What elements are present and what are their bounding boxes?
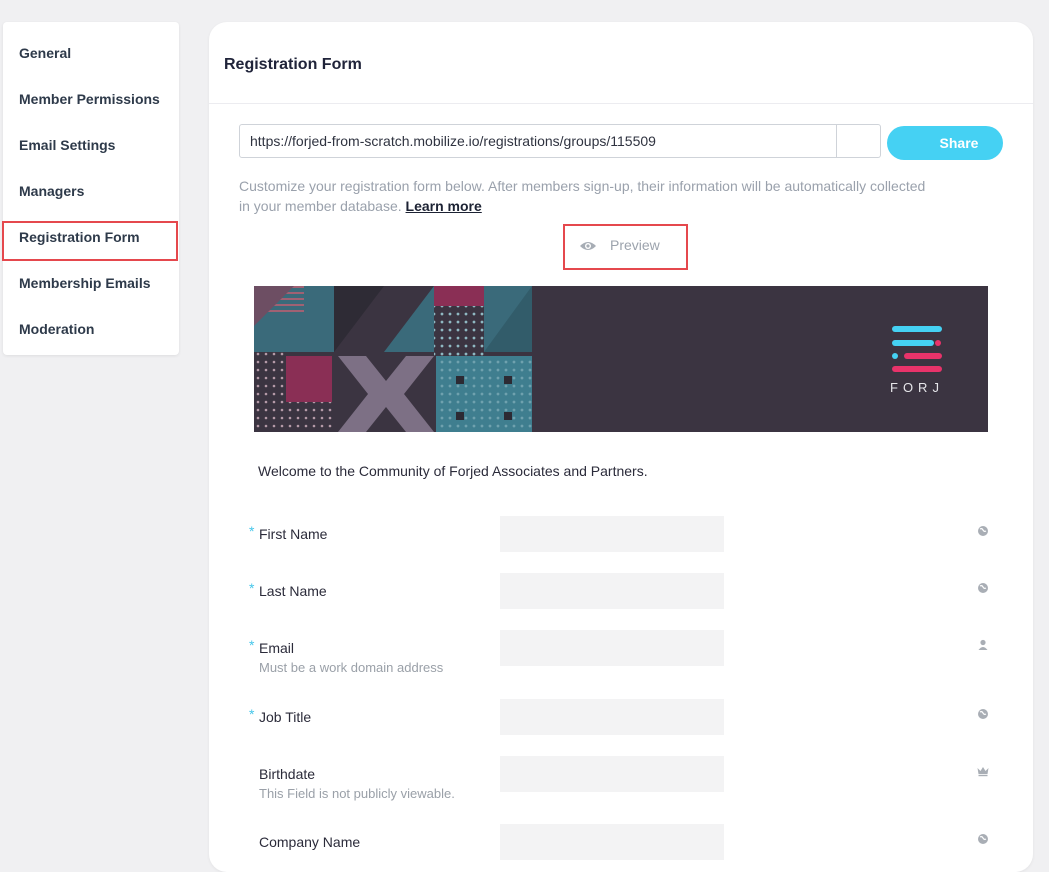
globe-icon[interactable] bbox=[976, 832, 990, 846]
email-input[interactable] bbox=[500, 630, 724, 666]
globe-icon[interactable] bbox=[976, 581, 990, 595]
field-sub-email: Must be a work domain address bbox=[259, 660, 444, 675]
registration-url-field[interactable] bbox=[239, 124, 837, 158]
globe-icon[interactable] bbox=[976, 524, 990, 538]
learn-more-link[interactable]: Learn more bbox=[406, 198, 482, 214]
registration-form-highlight bbox=[2, 221, 178, 261]
field-sub-birthdate: This Field is not publicly viewable. bbox=[259, 786, 455, 801]
birthdate-input[interactable] bbox=[500, 756, 724, 792]
field-label-job-title: Job Title bbox=[259, 709, 312, 725]
globe-icon[interactable] bbox=[976, 707, 990, 721]
user-icon[interactable] bbox=[976, 638, 990, 652]
first-name-input[interactable] bbox=[500, 516, 724, 552]
required-marker: * bbox=[249, 637, 255, 653]
field-label-company-name: Company Name bbox=[259, 834, 361, 850]
sidebar-item-managers[interactable]: Managers bbox=[19, 183, 84, 199]
settings-sidebar: General Member Permissions Email Setting… bbox=[3, 22, 179, 355]
field-label-last-name: Last Name bbox=[259, 583, 327, 599]
header-divider bbox=[209, 103, 1033, 104]
sidebar-item-member-permissions[interactable]: Member Permissions bbox=[19, 91, 160, 107]
copy-url-addon[interactable] bbox=[837, 124, 881, 158]
crown-icon[interactable] bbox=[976, 764, 990, 778]
field-label-birthdate: Birthdate bbox=[259, 766, 316, 782]
field-label-first-name: First Name bbox=[259, 526, 328, 542]
job-title-input[interactable] bbox=[500, 699, 724, 735]
required-marker: * bbox=[249, 580, 255, 596]
help-description: Customize your registration form below. … bbox=[239, 178, 926, 214]
registration-form-card: Registration Form Share Customize your r… bbox=[209, 22, 1033, 872]
required-marker: * bbox=[249, 523, 255, 539]
banner-logo-text: FORJ bbox=[890, 380, 944, 395]
required-marker: * bbox=[249, 706, 255, 722]
banner-pattern bbox=[254, 286, 988, 432]
last-name-input[interactable] bbox=[500, 573, 724, 609]
preview-highlight bbox=[563, 224, 688, 270]
company-name-input[interactable] bbox=[500, 824, 724, 860]
field-label-email: Email bbox=[259, 640, 295, 656]
sidebar-item-general[interactable]: General bbox=[19, 45, 71, 61]
welcome-message: Welcome to the Community of Forjed Assoc… bbox=[258, 463, 648, 479]
form-banner-image: FORJ bbox=[254, 286, 988, 432]
share-button[interactable]: Share bbox=[887, 126, 1003, 160]
help-text: Customize your registration form below. … bbox=[239, 176, 939, 216]
sidebar-item-email-settings[interactable]: Email Settings bbox=[19, 137, 115, 153]
sidebar-item-moderation[interactable]: Moderation bbox=[19, 321, 94, 337]
page-title: Registration Form bbox=[224, 56, 362, 73]
sidebar-item-membership-emails[interactable]: Membership Emails bbox=[19, 275, 151, 291]
